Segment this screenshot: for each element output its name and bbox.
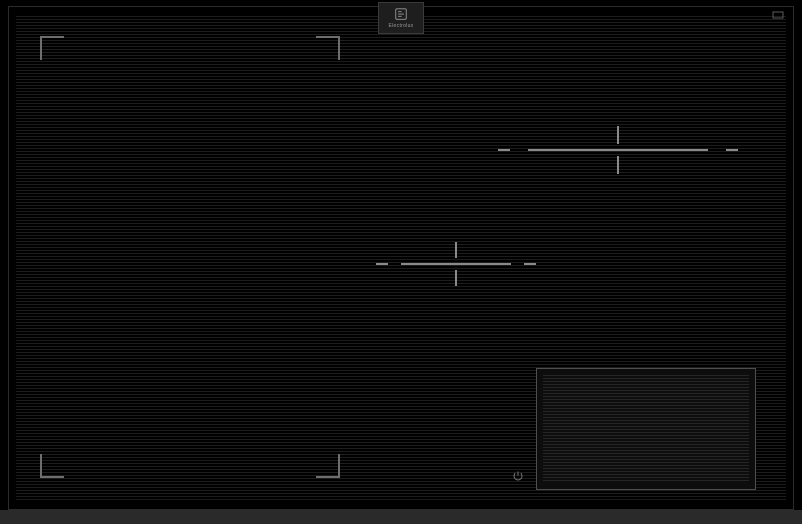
display-surface (543, 375, 749, 483)
cooktop-schematic: Electrolux (0, 0, 802, 524)
zone-marker-icon (455, 270, 457, 286)
zone-marker-icon (617, 126, 619, 144)
zone-corner-icon (316, 454, 340, 478)
brand-logo-icon (393, 7, 409, 23)
zone-marker-icon (524, 263, 536, 265)
zone-corner-icon (40, 36, 64, 60)
zone-marker-icon (617, 156, 619, 174)
zone-marker-icon (528, 149, 708, 151)
brand-badge: Electrolux (378, 2, 424, 34)
zone-corner-icon (40, 454, 64, 478)
model-mark-icon (772, 10, 784, 20)
brand-name: Electrolux (389, 23, 414, 29)
power-icon[interactable] (511, 469, 525, 483)
zone-marker-icon (455, 242, 457, 258)
control-display-panel[interactable] (536, 368, 756, 490)
zone-marker-icon (498, 149, 510, 151)
zone-corner-icon (316, 36, 340, 60)
front-edge (0, 510, 802, 524)
zone-marker-icon (401, 263, 511, 265)
zone-marker-icon (726, 149, 738, 151)
flex-cooking-zone[interactable] (40, 36, 340, 478)
zone-marker-icon (376, 263, 388, 265)
